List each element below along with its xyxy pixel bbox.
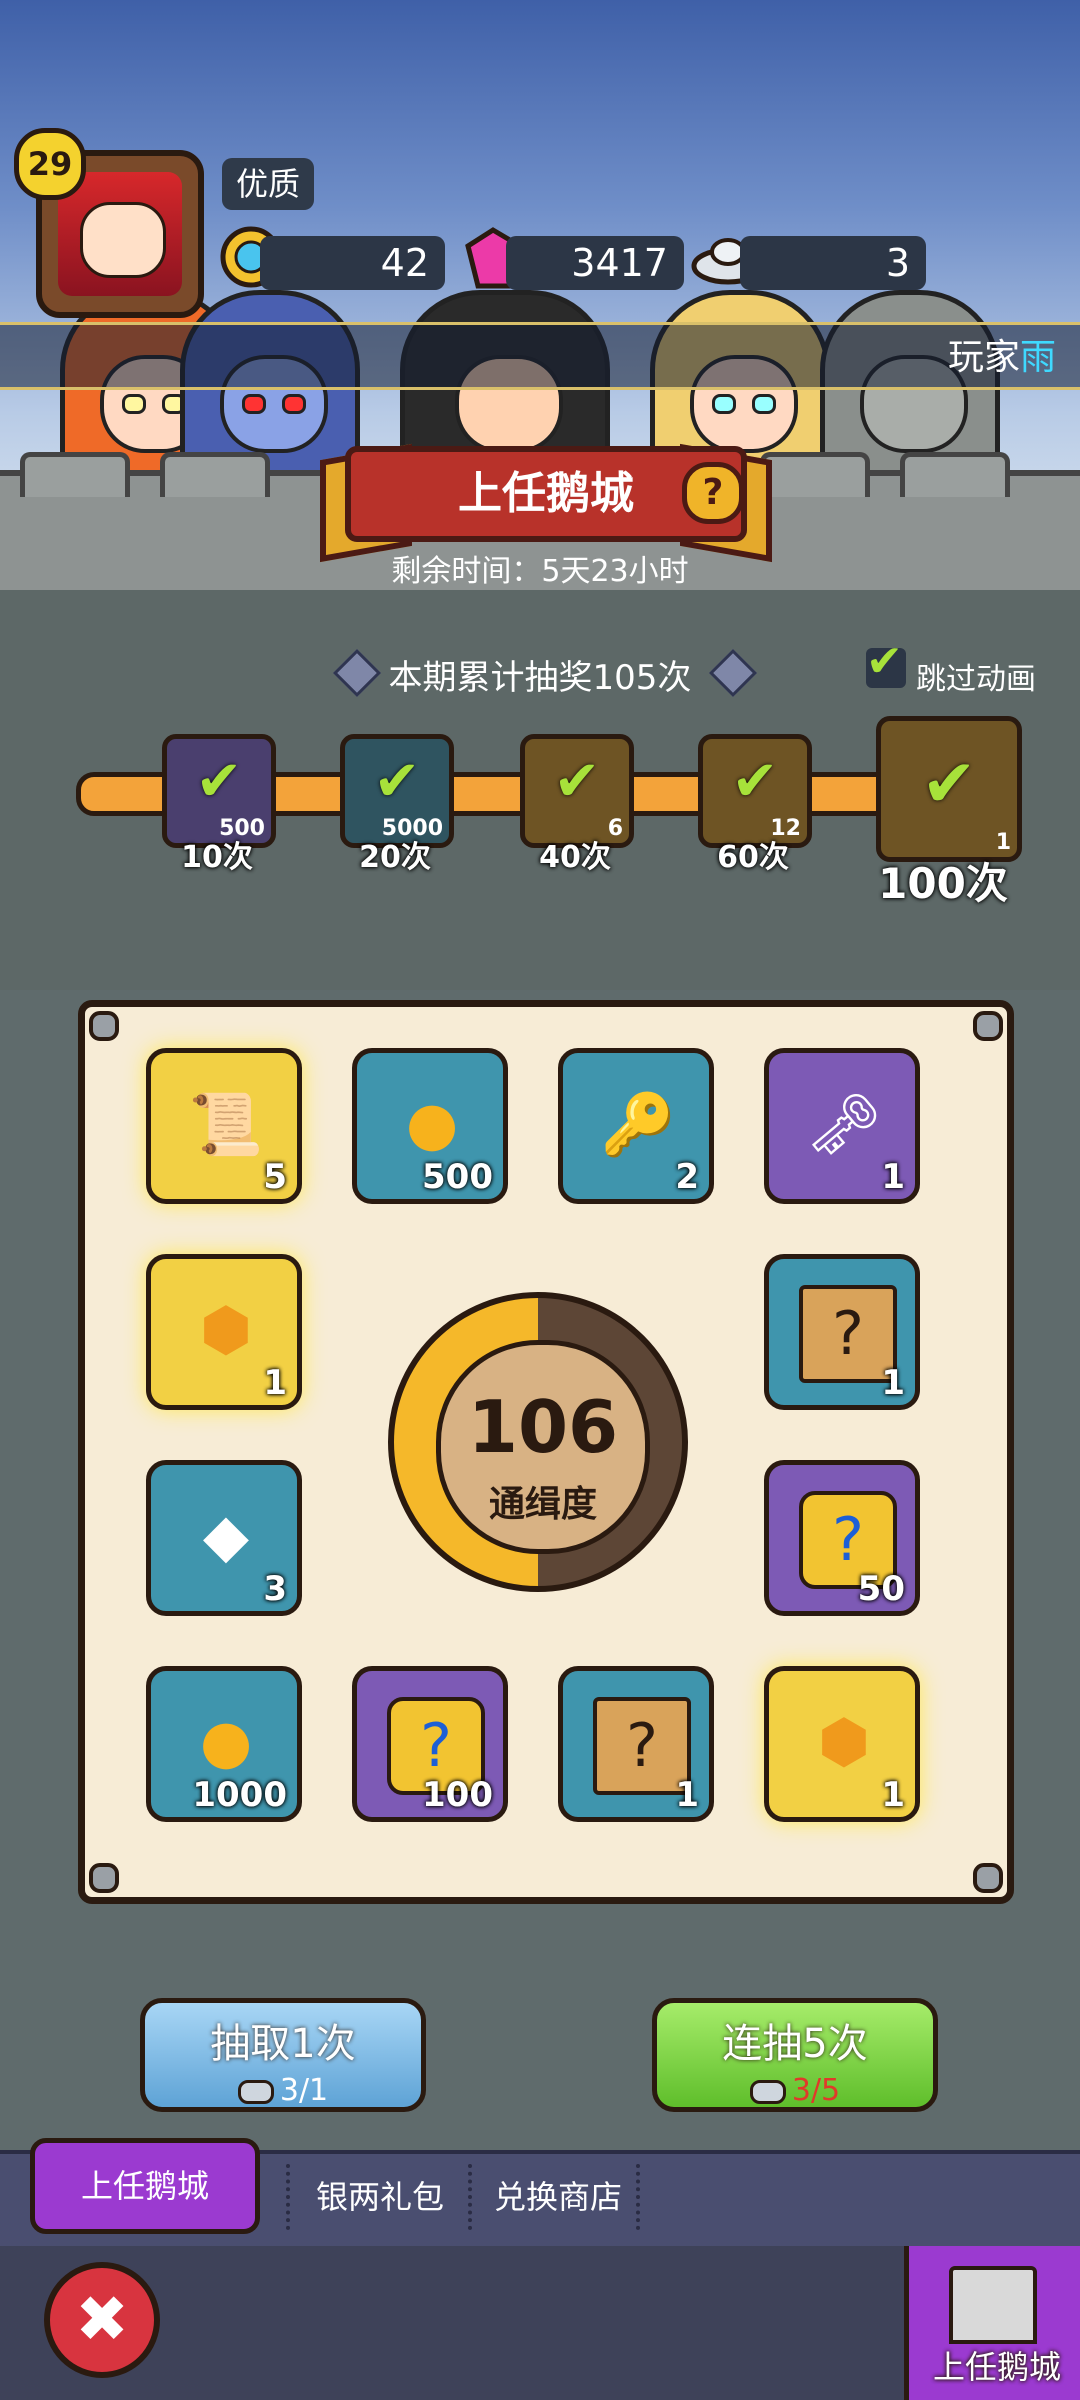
time-remaining: 剩余时间：5天23小时 — [391, 554, 689, 589]
puzzle-reward-100[interactable]: ? 100 — [352, 1666, 508, 1822]
reward-quantity: 500 — [422, 1157, 493, 1197]
puzzle-reward-50[interactable]: ? 50 — [764, 1460, 920, 1616]
reward-quantity: 1 — [881, 1363, 905, 1403]
gem-coin-count: 42 — [260, 236, 445, 290]
milestone-label: 40次 — [539, 840, 611, 875]
check-icon: ✔ — [921, 745, 977, 822]
reward-quantity: 3 — [263, 1569, 287, 1609]
reward-quantity: 1 — [263, 1363, 287, 1403]
milestone-label: 20次 — [359, 840, 431, 875]
tab-exchange-shop[interactable]: 兑换商店 — [478, 2162, 638, 2232]
reward-quantity: 1 — [881, 1157, 905, 1197]
silver-ingot-icon — [237, 2079, 274, 2104]
amber-gem-icon: ⬢ — [199, 1295, 253, 1365]
tab-silver-pack[interactable]: 银两礼包 — [300, 2162, 460, 2232]
wanted-level-label: 通缉度 — [488, 1484, 597, 1525]
check-icon: ✔ — [553, 749, 601, 814]
reward-quantity: 2 — [675, 1157, 699, 1197]
check-icon: ✔ — [731, 749, 779, 814]
tab-castle-event[interactable]: 上任鹅城 — [30, 2138, 260, 2234]
milestone-label: 60次 — [717, 840, 789, 875]
milestone-40[interactable]: ✔ 6 — [520, 734, 634, 848]
castle-shortcut-button[interactable]: 上任鹅城 — [904, 2246, 1080, 2400]
help-button[interactable]: ? — [682, 462, 744, 524]
player-name: 玩家雨 — [947, 337, 1056, 378]
rune-stone-icon: ◆ — [202, 1501, 250, 1571]
silver-ingot-icon — [749, 2079, 786, 2104]
quality-tag: 优质 — [222, 158, 315, 210]
wanted-level-gauge: 106 通缉度 — [388, 1292, 688, 1592]
reward-quantity: 50 — [857, 1569, 905, 1609]
level-badge: 29 — [14, 128, 86, 200]
gold-coin-icon: ● — [405, 1089, 459, 1159]
gold-coin-icon: ● — [199, 1707, 253, 1777]
silver-count: 3 — [740, 236, 926, 290]
coin-reward-500[interactable]: ● 500 — [352, 1048, 508, 1204]
milestone-60[interactable]: ✔ 12 — [698, 734, 812, 848]
crystal-count: 3417 — [506, 236, 684, 290]
milestone-20[interactable]: ✔ 5000 — [340, 734, 454, 848]
gold-gem-reward[interactable]: ⬢ 1 — [764, 1666, 920, 1822]
mystery-banner-reward-2[interactable]: ? 1 — [558, 1666, 714, 1822]
rune-stone-reward[interactable]: ◆ 3 — [146, 1460, 302, 1616]
gold-key-icon: 🗝 — [805, 1089, 883, 1160]
yellow-gem-icon: ⬢ — [817, 1707, 871, 1777]
amber-gem-reward[interactable]: ⬢ 1 — [146, 1254, 302, 1410]
milestone-100[interactable]: ✔ 1 — [876, 716, 1022, 862]
wanted-level-value: 106 — [467, 1385, 619, 1469]
check-icon: ✔ — [373, 749, 421, 814]
reward-quantity: 1000 — [192, 1775, 287, 1815]
check-icon: ✔ — [866, 636, 903, 687]
reward-quantity: 100 — [422, 1775, 493, 1815]
scroll-reward[interactable]: 📜 5 — [146, 1048, 302, 1204]
milestone-label: 10次 — [181, 840, 253, 875]
silver-key-icon: 🔑 — [600, 1089, 676, 1160]
draw-five-button[interactable]: 连抽5次 3/5 — [652, 1998, 938, 2112]
close-button[interactable]: ✖ — [44, 2262, 160, 2378]
reward-quantity: 1 — [881, 1775, 905, 1815]
gold-key-reward[interactable]: 🗝 1 — [764, 1048, 920, 1204]
milestone-label: 100次 — [878, 859, 1008, 908]
reward-quantity: 1 — [675, 1775, 699, 1815]
coin-reward-1000[interactable]: ● 1000 — [146, 1666, 302, 1822]
reward-quantity: 5 — [263, 1157, 287, 1197]
player-name-bar — [0, 322, 1080, 390]
scroll-icon: 📜 — [188, 1089, 264, 1160]
silver-key-reward[interactable]: 🔑 2 — [558, 1048, 714, 1204]
milestone-10[interactable]: ✔ 500 — [162, 734, 276, 848]
close-icon: ✖ — [75, 2283, 129, 2357]
skip-animation-label: 跳过动画 — [916, 662, 1036, 697]
check-icon: ✔ — [195, 749, 243, 814]
draw-once-button[interactable]: 抽取1次 3/1 — [140, 1998, 426, 2112]
mystery-banner-reward[interactable]: ? 1 — [764, 1254, 920, 1410]
castle-icon — [949, 2266, 1037, 2344]
